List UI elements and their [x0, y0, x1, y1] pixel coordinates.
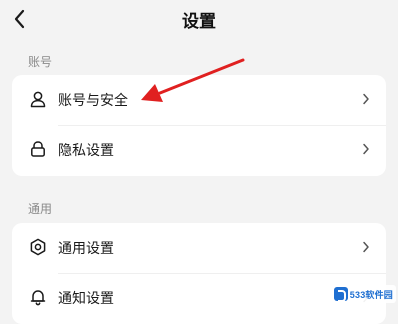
page-title: 设置: [182, 12, 216, 32]
watermark-icon: [333, 287, 348, 302]
list-item-label: 隐私设置: [58, 143, 114, 159]
account-settings-card: 账号与安全 隐私设置: [12, 75, 386, 176]
section-label-general: 通用: [28, 202, 53, 216]
chevron-right-icon: [363, 143, 369, 155]
list-item-privacy-settings[interactable]: 隐私设置: [12, 125, 386, 175]
list-item-notification-settings[interactable]: 通知设置: [12, 273, 386, 323]
list-item-account-security[interactable]: 账号与安全: [12, 75, 386, 125]
list-item-label: 通用设置: [58, 241, 114, 257]
list-item-label: 通知设置: [58, 291, 114, 307]
watermark-logo: 533软件园: [330, 285, 396, 303]
chevron-right-icon: [363, 241, 369, 253]
chevron-right-icon: [363, 93, 369, 105]
list-item-label: 账号与安全: [58, 93, 128, 109]
lock-icon: [31, 141, 45, 157]
top-bar: 设置: [0, 0, 398, 40]
user-icon: [30, 91, 46, 108]
watermark-text: 533软件园: [349, 289, 393, 300]
section-label-account: 账号: [28, 55, 53, 69]
list-item-general-settings[interactable]: 通用设置: [12, 223, 386, 273]
gear-icon: [30, 238, 46, 256]
general-settings-card: 通用设置 通知设置: [12, 223, 386, 324]
bell-icon: [30, 290, 46, 306]
